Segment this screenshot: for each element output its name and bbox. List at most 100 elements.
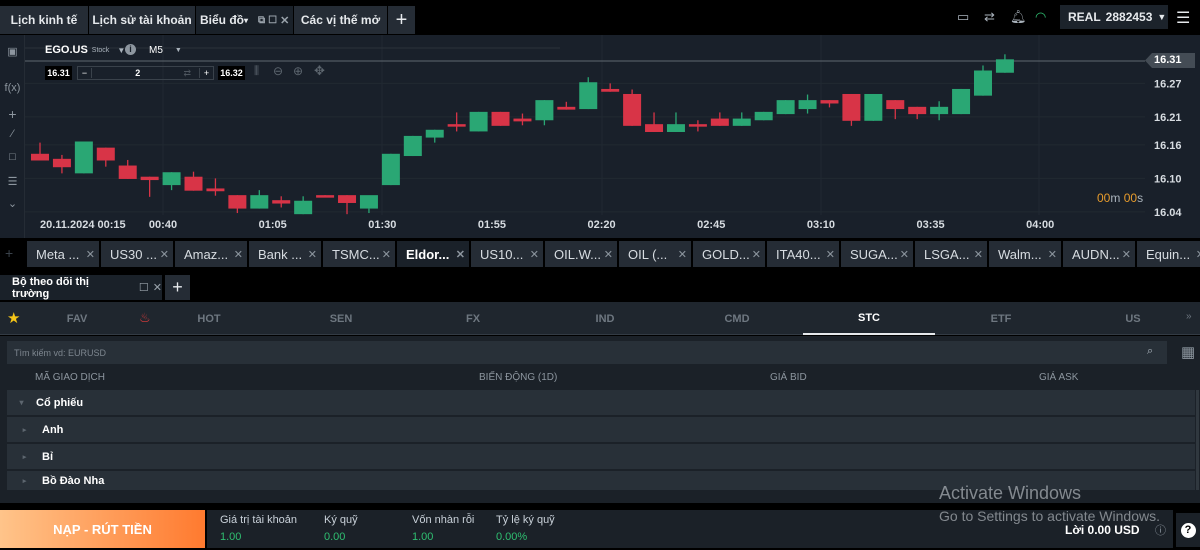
close-icon[interactable]: ✕	[153, 281, 162, 294]
close-icon[interactable]: ✕	[900, 248, 909, 261]
expand-icon[interactable]: ▸	[7, 477, 42, 485]
close-icon[interactable]: ✕	[160, 248, 169, 261]
zoom-in-icon[interactable]: ⊕	[293, 64, 303, 78]
symbol-tab[interactable]: US10... ✕	[471, 241, 543, 267]
tab-open-positions[interactable]: Các vị thế mở	[294, 6, 387, 34]
crosshair-icon[interactable]: +	[0, 106, 25, 122]
close-icon[interactable]: ✕	[1196, 248, 1200, 261]
popout-icon[interactable]: ⧉	[258, 15, 265, 26]
quantity-input[interactable]: 2	[92, 68, 183, 78]
transfer-icon[interactable]: ⇄	[984, 9, 995, 25]
decrease-button[interactable]: −	[78, 68, 92, 78]
symbol-tab[interactable]: Walm... ✕	[989, 241, 1061, 267]
move-icon[interactable]: ✥	[314, 63, 325, 79]
expand-icon[interactable]: ▸	[7, 426, 42, 434]
column-header-ask[interactable]: GIÁ ASK	[1039, 372, 1078, 383]
close-icon[interactable]: ✕	[280, 14, 289, 27]
close-icon[interactable]: ✕	[86, 248, 95, 261]
symbol-tab[interactable]: AUDN... ✕	[1063, 241, 1135, 267]
close-icon[interactable]: ✕	[1122, 248, 1131, 261]
symbol-tab[interactable]: GOLD... ✕	[693, 241, 765, 267]
category-tab[interactable]: CMD	[671, 302, 803, 335]
swap-icon[interactable]: ⇄	[183, 68, 191, 79]
symbol-tab[interactable]: SUGA... ✕	[841, 241, 913, 267]
close-icon[interactable]: ✕	[604, 248, 613, 261]
bid-price[interactable]: 16.31	[45, 66, 72, 80]
symbol-tab[interactable]: OIL.W... ✕	[545, 241, 617, 267]
menu-icon[interactable]: ☰	[1176, 8, 1190, 28]
symbol-tab[interactable]: Bank ... ✕	[249, 241, 321, 267]
scrollbar[interactable]	[1196, 390, 1199, 490]
category-tab[interactable]: US	[1067, 302, 1199, 335]
symbol-tab[interactable]: LSGA... ✕	[915, 241, 987, 267]
account-selector[interactable]: REAL 2882453 ▼	[1060, 5, 1168, 29]
candles-icon[interactable]: ⫼	[254, 65, 259, 78]
group-row[interactable]: ▾ Cổ phiếu	[7, 390, 1195, 415]
category-tab[interactable]: STC	[803, 302, 935, 335]
close-icon[interactable]: ✕	[1048, 248, 1057, 261]
column-header-bid[interactable]: GIÁ BID	[770, 372, 807, 383]
close-icon[interactable]: ✕	[382, 248, 391, 261]
search-input[interactable]: Tìm kiếm vd: EURUSD	[7, 341, 1167, 364]
rectangle-tool-icon[interactable]: □	[0, 151, 25, 163]
info-icon[interactable]: ⓘ	[1155, 522, 1166, 538]
symbol-tab[interactable]: Meta ... ✕	[27, 241, 99, 267]
fibonacci-icon[interactable]: ☰	[0, 175, 25, 188]
category-tab[interactable]: SEN	[275, 302, 407, 335]
tab-account-history[interactable]: Lịch sử tài khoản	[89, 6, 195, 34]
layout-icon[interactable]: ▭	[957, 9, 969, 25]
collapse-icon[interactable]: ▾	[7, 398, 36, 407]
tab-economic-calendar[interactable]: Lịch kinh tế	[0, 6, 88, 34]
maximize-icon[interactable]: ☐	[268, 15, 277, 26]
stat-label: Ký quỹ	[324, 514, 358, 526]
search-icon[interactable]: ⌕	[1147, 345, 1153, 358]
grid-view-icon[interactable]: ▦	[1181, 343, 1195, 361]
category-tab[interactable]: ETF	[935, 302, 1067, 335]
info-icon[interactable]: i	[125, 44, 136, 55]
symbol-tab[interactable]: US30 ... ✕	[101, 241, 173, 267]
category-tab[interactable]: HOT	[143, 302, 275, 335]
increase-button[interactable]: +	[199, 68, 213, 78]
tab-chart[interactable]: Biểu đồ ▾ ⧉ ☐ ✕	[196, 6, 293, 34]
close-icon[interactable]: ✕	[974, 248, 983, 261]
line-tool-icon[interactable]: ⁄	[0, 128, 25, 140]
expand-tools-icon[interactable]: ⌄	[0, 197, 25, 210]
list-item[interactable]: ▸ Anh	[7, 417, 1195, 442]
category-tab[interactable]: IND	[539, 302, 671, 335]
close-icon[interactable]: ✕	[308, 248, 317, 261]
symbol-tab[interactable]: ITA40... ✕	[767, 241, 839, 267]
symbol-selector[interactable]: EGO.US Stock ▼	[45, 44, 125, 56]
category-tab[interactable]: FAV	[11, 302, 143, 335]
close-icon[interactable]: ✕	[678, 248, 687, 261]
close-icon[interactable]: ✕	[752, 248, 761, 261]
expand-icon[interactable]: ▸	[7, 453, 42, 461]
close-icon[interactable]: ✕	[234, 248, 243, 261]
add-panel-button[interactable]: +	[165, 275, 190, 300]
symbol-tab[interactable]: Eldor... ✕	[397, 241, 469, 267]
maximize-icon[interactable]: ☐	[139, 281, 149, 294]
symbol-tab[interactable]: OIL (... ✕	[619, 241, 691, 267]
deposit-withdraw-button[interactable]: NẠP - RÚT TIỀN	[0, 510, 205, 548]
ask-price[interactable]: 16.32	[218, 66, 245, 80]
chart-type-icon[interactable]: ▣	[0, 45, 25, 58]
category-tab[interactable]: FX	[407, 302, 539, 335]
close-icon[interactable]: ✕	[456, 248, 465, 261]
zoom-out-icon[interactable]: ⊖	[273, 64, 283, 78]
add-symbol-icon[interactable]: +	[5, 245, 13, 261]
symbol-tab[interactable]: TSMC... ✕	[323, 241, 395, 267]
bell-icon[interactable]: 🔔︎	[1010, 9, 1027, 25]
symbol-tab[interactable]: Amaz... ✕	[175, 241, 247, 267]
quantity-stepper[interactable]: − 2 ⇄ +	[77, 66, 214, 80]
dropdown-icon[interactable]: ▾	[244, 16, 248, 25]
symbol-tab[interactable]: Equin... ✕	[1137, 241, 1200, 267]
indicator-icon[interactable]: f(x)	[0, 82, 25, 94]
help-button[interactable]: ?	[1176, 513, 1200, 547]
column-header-change[interactable]: BIẾN ĐỘNG (1D)	[479, 372, 557, 383]
close-icon[interactable]: ✕	[530, 248, 539, 261]
add-tab-button[interactable]: +	[388, 6, 415, 34]
close-icon[interactable]: ✕	[826, 248, 835, 261]
list-item[interactable]: ▸ Bỉ	[7, 444, 1195, 469]
timeframe-selector[interactable]: M5 ▼	[145, 43, 185, 57]
column-header-symbol[interactable]: MÃ GIAO DỊCH	[35, 372, 105, 383]
watchlist-tab[interactable]: Bộ theo dõi thị trường ☐ ✕	[0, 275, 162, 300]
